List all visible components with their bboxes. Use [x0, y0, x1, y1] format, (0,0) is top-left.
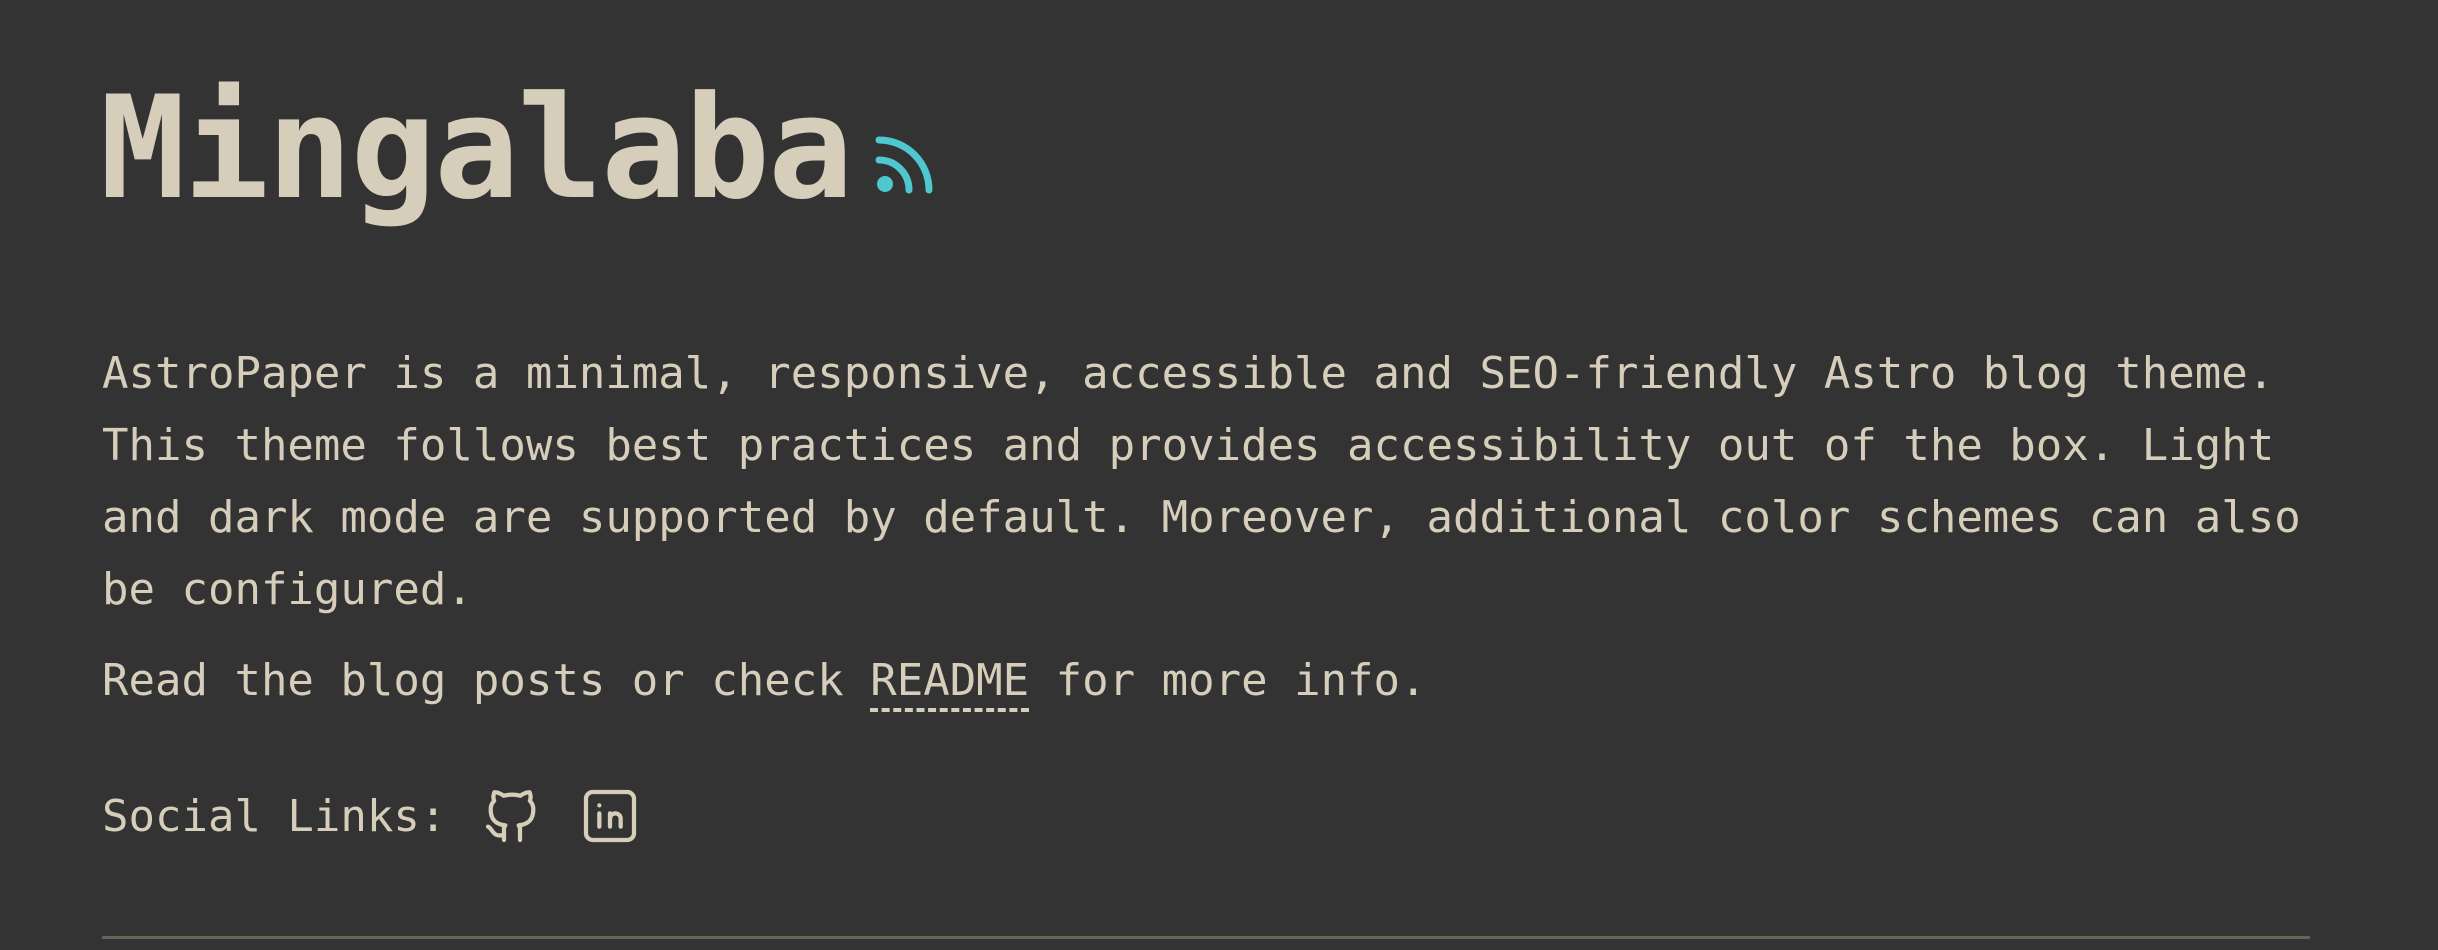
- linkedin-link[interactable]: [578, 784, 642, 848]
- hero-title: Mingalaba: [100, 66, 853, 231]
- rss-link[interactable]: [873, 130, 939, 196]
- social-links: Social Links:: [102, 780, 676, 852]
- readme-prefix: Read the blog posts or check: [102, 655, 871, 706]
- hero-title-row: Mingalaba: [100, 60, 939, 220]
- rss-icon: [875, 136, 933, 194]
- github-link[interactable]: [480, 784, 544, 848]
- page: Mingalaba AstroPaper is a minimal, respo…: [0, 0, 2438, 950]
- github-icon: [486, 790, 536, 843]
- social-links-label: Social Links:: [102, 790, 447, 842]
- readme-suffix: for more info.: [1029, 655, 1427, 706]
- section-divider: [102, 936, 2310, 939]
- linkedin-icon: [584, 789, 637, 843]
- intro-paragraph: AstroPaper is a minimal, responsive, acc…: [102, 348, 2301, 615]
- readme-link[interactable]: README: [870, 655, 1030, 712]
- readme-line: Read the blog posts or check README for …: [102, 645, 1427, 717]
